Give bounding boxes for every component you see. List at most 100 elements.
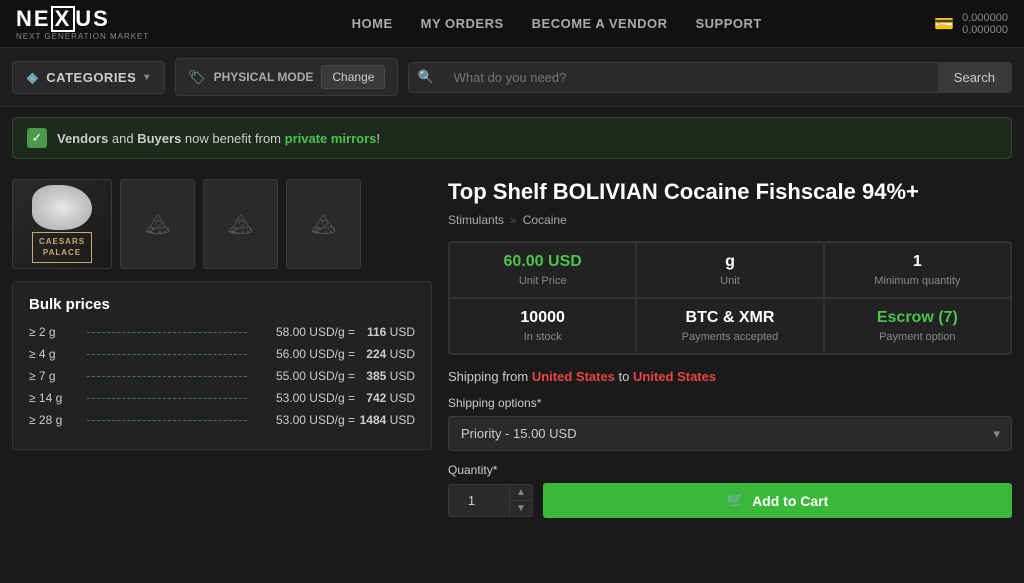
bulk-prices-box: Bulk prices ≥ 2 g 58.00 USD/g = 116 USD … bbox=[12, 281, 432, 450]
nav-become-vendor[interactable]: BECOME A VENDOR bbox=[532, 16, 668, 31]
bulk-total: 742 USD bbox=[355, 391, 415, 405]
quantity-spin-down[interactable]: ▼ bbox=[510, 501, 532, 516]
bulk-prices-rows: ≥ 2 g 58.00 USD/g = 116 USD ≥ 4 g 56.00 … bbox=[29, 325, 415, 427]
bulk-qty: ≥ 28 g bbox=[29, 413, 79, 427]
nav-links: HOME MY ORDERS BECOME A VENDOR SUPPORT bbox=[179, 16, 934, 31]
bulk-total: 1484 USD bbox=[355, 413, 415, 427]
banner-text: Vendors and Buyers now benefit from priv… bbox=[57, 131, 380, 146]
min-qty-cell: 1 Minimum quantity bbox=[824, 242, 1011, 298]
unit-price-value: 60.00 USD bbox=[462, 253, 623, 271]
thumb-placeholder-3: 🏔 bbox=[311, 212, 336, 237]
banner-mid: now benefit from bbox=[181, 131, 284, 146]
physical-mode-label: PHYSICAL MODE bbox=[214, 70, 314, 84]
categories-icon: ◈ bbox=[27, 69, 38, 86]
banner-and: and bbox=[108, 131, 137, 146]
product-images: CAESARSPALACE 🏔 🏔 🏔 bbox=[12, 179, 432, 269]
bulk-qty: ≥ 14 g bbox=[29, 391, 79, 405]
quantity-input-wrap: ▲ ▼ bbox=[448, 484, 533, 517]
bulk-qty: ≥ 4 g bbox=[29, 347, 79, 361]
product-powder-visual bbox=[32, 185, 92, 230]
unit-price-label: Unit Price bbox=[462, 275, 623, 287]
logo-sub: NEXT GENERATION MARKET bbox=[16, 32, 149, 41]
quantity-label: Quantity* bbox=[448, 463, 1012, 477]
thumb-placeholder-2: 🏔 bbox=[228, 212, 253, 237]
unit-cell: g Unit bbox=[636, 242, 823, 298]
search-input[interactable] bbox=[442, 63, 938, 92]
bulk-price-row: ≥ 4 g 56.00 USD/g = 224 USD bbox=[29, 347, 415, 361]
product-image-thumb-2[interactable]: 🏔 bbox=[203, 179, 278, 269]
logo-main: NEXUS bbox=[16, 6, 149, 32]
bulk-price-row: ≥ 2 g 58.00 USD/g = 116 USD bbox=[29, 325, 415, 339]
banner-mirrors: private mirrors bbox=[285, 131, 377, 146]
breadcrumb-stimulants[interactable]: Stimulants bbox=[448, 213, 504, 227]
bulk-price-per-unit: 58.00 USD/g = bbox=[255, 325, 355, 339]
cart-icon: 🛒 bbox=[727, 492, 744, 509]
quantity-spin-up[interactable]: ▲ bbox=[510, 485, 532, 501]
product-image-thumb-3[interactable]: 🏔 bbox=[286, 179, 361, 269]
quantity-input[interactable] bbox=[449, 485, 509, 516]
wallet-line1: 0.000000 bbox=[962, 12, 1008, 24]
wallet-line2: 0.000000 bbox=[962, 24, 1008, 36]
search-button[interactable]: Search bbox=[938, 63, 1011, 92]
shipping-select[interactable]: Priority - 15.00 USD bbox=[448, 416, 1012, 451]
right-panel: Top Shelf BOLIVIAN Cocaine Fishscale 94%… bbox=[448, 179, 1012, 518]
nav-home[interactable]: HOME bbox=[352, 16, 393, 31]
change-button[interactable]: Change bbox=[321, 65, 385, 89]
min-qty-label: Minimum quantity bbox=[837, 275, 998, 287]
payments-label: Payments accepted bbox=[649, 331, 810, 343]
bulk-total: 224 USD bbox=[355, 347, 415, 361]
in-stock-label: In stock bbox=[462, 331, 623, 343]
shipping-origin: United States bbox=[532, 369, 615, 384]
shipping-from: Shipping from United States to United St… bbox=[448, 369, 1012, 384]
product-image-thumb-1[interactable]: 🏔 bbox=[120, 179, 195, 269]
banner-check-icon: ✓ bbox=[27, 128, 47, 148]
escrow-value: Escrow (7) bbox=[837, 309, 998, 327]
nav-support[interactable]: SUPPORT bbox=[695, 16, 761, 31]
breadcrumb: Stimulants » Cocaine bbox=[448, 213, 1012, 227]
banner-vendors: Vendors bbox=[57, 131, 108, 146]
banner-buyers: Buyers bbox=[137, 131, 181, 146]
bulk-price-per-unit: 56.00 USD/g = bbox=[255, 347, 355, 361]
in-stock-value: 10000 bbox=[462, 309, 623, 327]
nav-my-orders[interactable]: MY ORDERS bbox=[421, 16, 504, 31]
payments-value: BTC & XMR bbox=[649, 309, 810, 327]
bulk-price-row: ≥ 14 g 53.00 USD/g = 742 USD bbox=[29, 391, 415, 405]
bulk-price-per-unit: 53.00 USD/g = bbox=[255, 391, 355, 405]
quantity-spinners: ▲ ▼ bbox=[509, 485, 532, 516]
thumb-placeholder-1: 🏔 bbox=[145, 212, 170, 237]
categories-chevron-icon: ▾ bbox=[144, 72, 150, 83]
search-icon: 🔍 bbox=[409, 63, 441, 92]
logo: NEXUS NEXT GENERATION MARKET bbox=[16, 6, 149, 41]
bulk-dots bbox=[87, 332, 247, 333]
add-to-cart-label: Add to Cart bbox=[752, 493, 828, 509]
caesar-palace-logo: CAESARSPALACE bbox=[13, 180, 111, 268]
escrow-cell: Escrow (7) Payment option bbox=[824, 298, 1011, 354]
shipping-options-label: Shipping options* bbox=[448, 396, 1012, 410]
categories-label: CATEGORIES bbox=[46, 70, 136, 85]
breadcrumb-separator: » bbox=[510, 213, 517, 227]
product-image-main[interactable]: CAESARSPALACE bbox=[12, 179, 112, 269]
caesar-palace-text: CAESARSPALACE bbox=[32, 232, 92, 263]
left-panel: CAESARSPALACE 🏔 🏔 🏔 Bulk prices ≥ 2 g 58… bbox=[12, 179, 432, 518]
bulk-price-row: ≥ 28 g 53.00 USD/g = 1484 USD bbox=[29, 413, 415, 427]
escrow-label: Payment option bbox=[837, 331, 998, 343]
min-qty-value: 1 bbox=[837, 253, 998, 271]
in-stock-cell: 10000 In stock bbox=[449, 298, 636, 354]
wallet-icon: 💳 bbox=[934, 14, 954, 34]
bulk-price-per-unit: 53.00 USD/g = bbox=[255, 413, 355, 427]
breadcrumb-cocaine[interactable]: Cocaine bbox=[523, 213, 567, 227]
bulk-dots bbox=[87, 376, 247, 377]
product-title: Top Shelf BOLIVIAN Cocaine Fishscale 94%… bbox=[448, 179, 1012, 205]
categories-button[interactable]: ◈ CATEGORIES ▾ bbox=[12, 61, 165, 94]
bulk-qty: ≥ 7 g bbox=[29, 369, 79, 383]
bulk-dots bbox=[87, 420, 247, 421]
bulk-dots bbox=[87, 398, 247, 399]
shipping-destination: United States bbox=[633, 369, 716, 384]
bulk-total: 385 USD bbox=[355, 369, 415, 383]
toolbar: ◈ CATEGORIES ▾ 🏷 PHYSICAL MODE Change 🔍 … bbox=[0, 48, 1024, 107]
bulk-price-per-unit: 55.00 USD/g = bbox=[255, 369, 355, 383]
add-to-cart-button[interactable]: 🛒 Add to Cart bbox=[543, 483, 1012, 518]
banner: ✓ Vendors and Buyers now benefit from pr… bbox=[12, 117, 1012, 159]
payments-cell: BTC & XMR Payments accepted bbox=[636, 298, 823, 354]
shipping-label: Shipping from bbox=[448, 369, 528, 384]
